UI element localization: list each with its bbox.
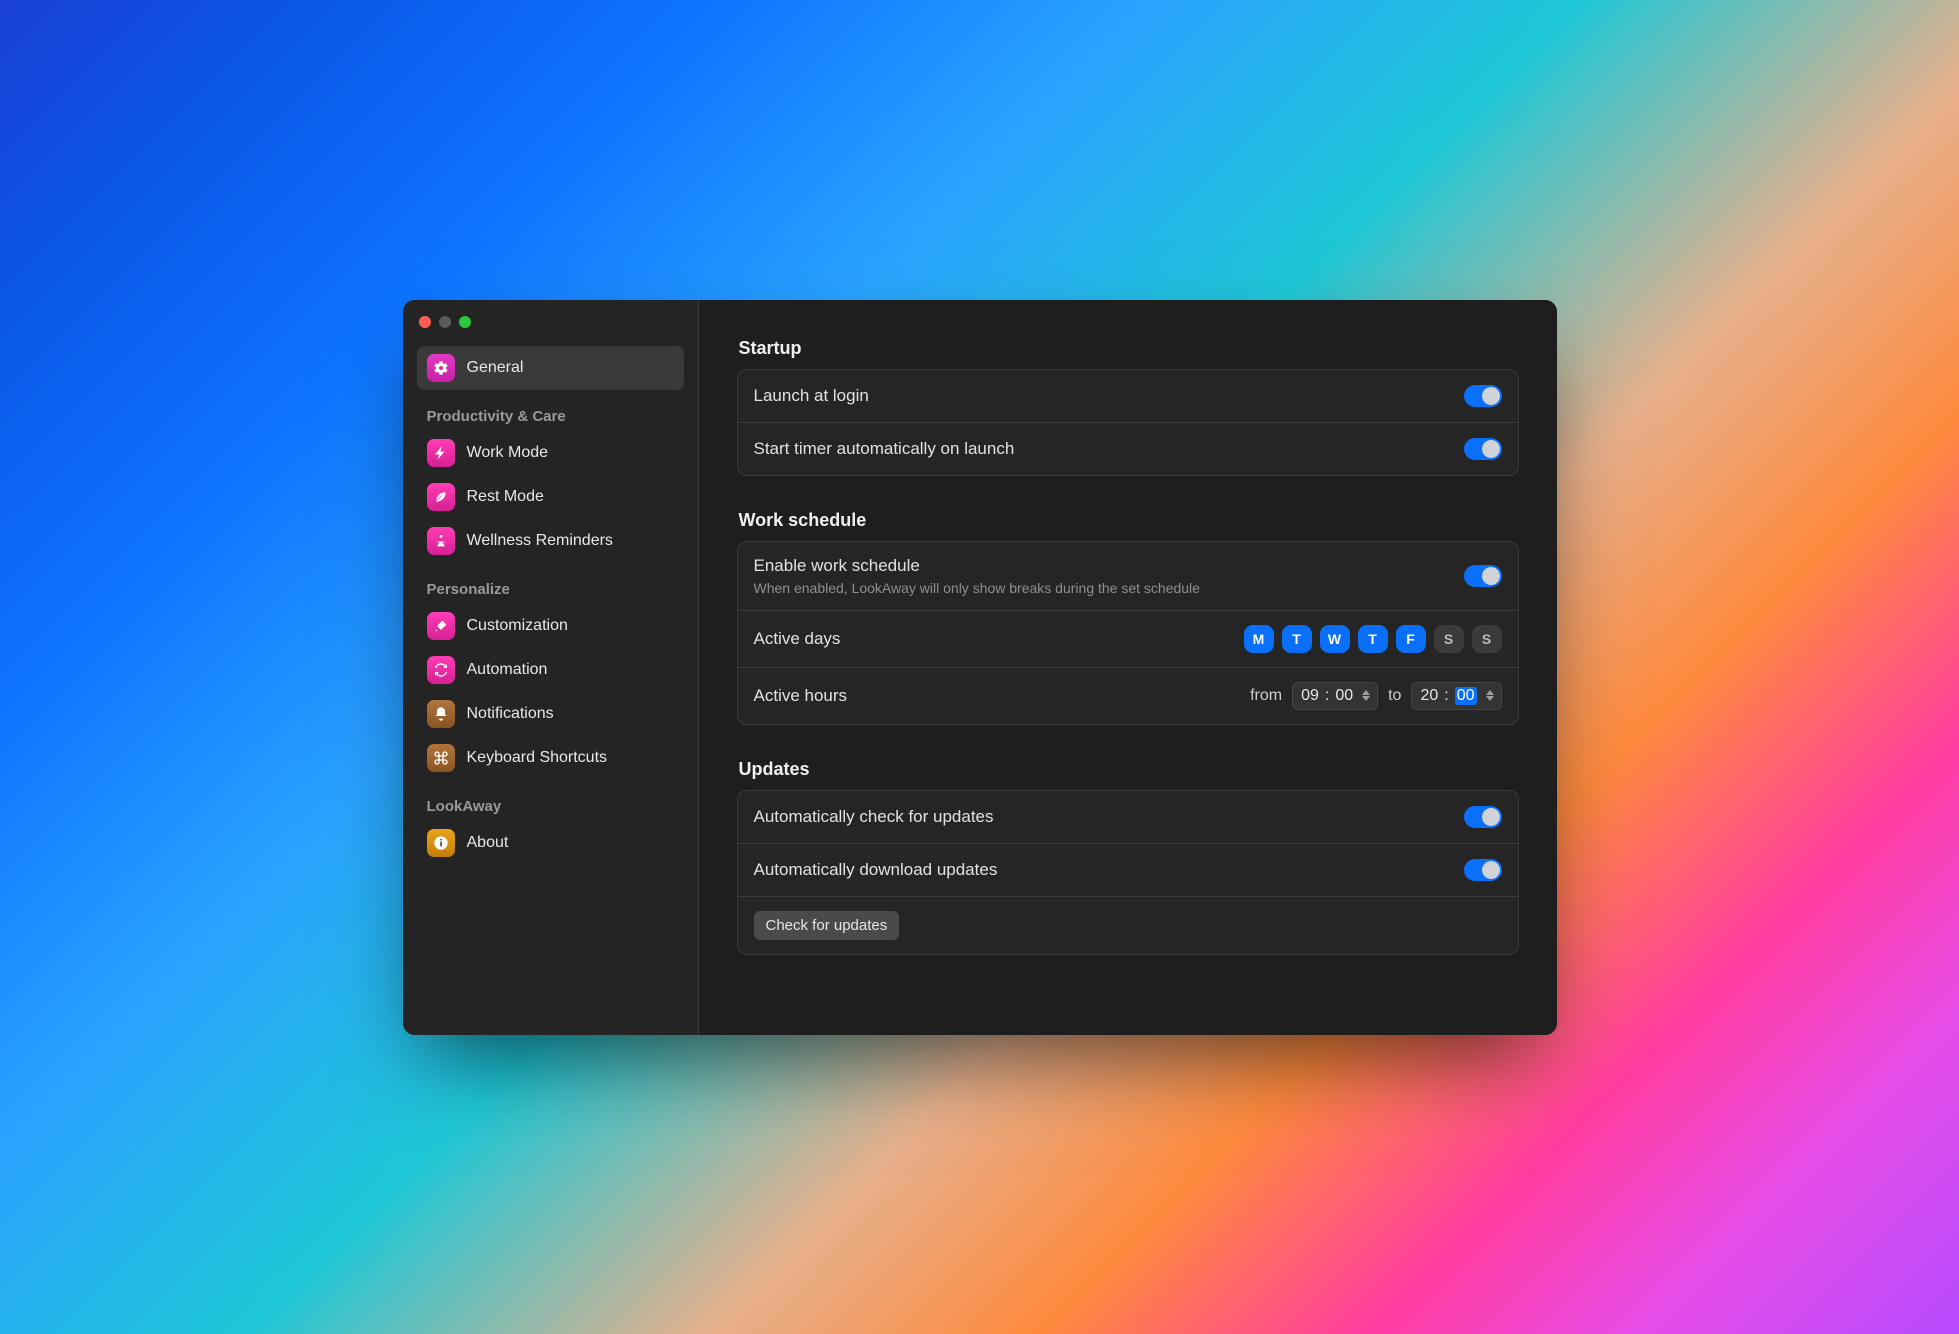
sidebar-item-label: Rest Mode	[467, 488, 544, 506]
day-toggle-fri[interactable]: F	[1396, 625, 1426, 653]
close-window-button[interactable]	[419, 316, 431, 328]
day-toggle-sun[interactable]: S	[1472, 625, 1502, 653]
sidebar: General Productivity & Care Work Mode Re…	[403, 300, 699, 1035]
row-launch-at-login: Launch at login	[738, 370, 1518, 422]
from-time-input[interactable]: 09:00	[1292, 682, 1378, 710]
section-title-startup: Startup	[739, 338, 1519, 359]
startup-card: Launch at login Start timer automaticall…	[737, 369, 1519, 476]
active-days-selector: M T W T F S S	[1244, 625, 1502, 653]
row-start-timer: Start timer automatically on launch	[738, 422, 1518, 475]
day-toggle-wed[interactable]: W	[1320, 625, 1350, 653]
work-schedule-card: Enable work schedule When enabled, LookA…	[737, 541, 1519, 725]
bell-icon	[427, 700, 455, 728]
sync-icon	[427, 656, 455, 684]
updates-card: Automatically check for updates Automati…	[737, 790, 1519, 955]
stepper-icon[interactable]	[1483, 685, 1497, 707]
row-auto-check-updates: Automatically check for updates	[738, 791, 1518, 843]
row-label: Launch at login	[754, 386, 869, 406]
sidebar-item-work-mode[interactable]: Work Mode	[417, 431, 684, 475]
bolt-icon	[427, 439, 455, 467]
day-toggle-tue[interactable]: T	[1282, 625, 1312, 653]
active-hours-controls: from 09:00 to 20:00	[1250, 682, 1501, 710]
sidebar-section-productivity: Productivity & Care	[417, 390, 684, 431]
sidebar-item-wellness-reminders[interactable]: Wellness Reminders	[417, 519, 684, 563]
check-for-updates-button[interactable]: Check for updates	[754, 911, 900, 940]
meditation-icon	[427, 527, 455, 555]
row-enable-work-schedule: Enable work schedule When enabled, LookA…	[738, 542, 1518, 610]
preferences-window: General Productivity & Care Work Mode Re…	[403, 300, 1557, 1035]
row-label: Enable work schedule	[754, 556, 1200, 576]
toggle-auto-check-updates[interactable]	[1464, 806, 1502, 828]
row-active-days: Active days M T W T F S S	[738, 610, 1518, 667]
row-description: When enabled, LookAway will only show br…	[754, 580, 1200, 596]
toggle-launch-at-login[interactable]	[1464, 385, 1502, 407]
sidebar-item-customization[interactable]: Customization	[417, 604, 684, 648]
row-label: Automatically download updates	[754, 860, 998, 880]
window-controls	[417, 312, 684, 346]
day-toggle-thu[interactable]: T	[1358, 625, 1388, 653]
day-toggle-mon[interactable]: M	[1244, 625, 1274, 653]
sidebar-item-notifications[interactable]: Notifications	[417, 692, 684, 736]
minimize-window-button[interactable]	[439, 316, 451, 328]
from-hour[interactable]: 09	[1301, 687, 1319, 705]
toggle-auto-download-updates[interactable]	[1464, 859, 1502, 881]
row-label: Automatically check for updates	[754, 807, 994, 827]
sidebar-item-label: Notifications	[467, 705, 554, 723]
sidebar-item-label: Keyboard Shortcuts	[467, 749, 608, 767]
paintbrush-icon	[427, 612, 455, 640]
sidebar-item-label: Wellness Reminders	[467, 532, 613, 550]
toggle-start-timer[interactable]	[1464, 438, 1502, 460]
row-check-updates-button: Check for updates	[738, 896, 1518, 954]
from-minute[interactable]: 00	[1335, 687, 1353, 705]
toggle-enable-work-schedule[interactable]	[1464, 565, 1502, 587]
sidebar-item-keyboard-shortcuts[interactable]: Keyboard Shortcuts	[417, 736, 684, 780]
sidebar-item-automation[interactable]: Automation	[417, 648, 684, 692]
row-label: Start timer automatically on launch	[754, 439, 1015, 459]
to-hour[interactable]: 20	[1420, 687, 1438, 705]
sidebar-item-general[interactable]: General	[417, 346, 684, 390]
stepper-icon[interactable]	[1359, 685, 1373, 707]
day-toggle-sat[interactable]: S	[1434, 625, 1464, 653]
row-auto-download-updates: Automatically download updates	[738, 843, 1518, 896]
from-label: from	[1250, 687, 1282, 705]
row-label: Active hours	[754, 686, 848, 706]
to-label: to	[1388, 687, 1401, 705]
sidebar-section-personalize: Personalize	[417, 563, 684, 604]
info-icon	[427, 829, 455, 857]
to-minute[interactable]: 00	[1455, 687, 1477, 705]
section-title-updates: Updates	[739, 759, 1519, 780]
zoom-window-button[interactable]	[459, 316, 471, 328]
section-title-work-schedule: Work schedule	[739, 510, 1519, 531]
sidebar-item-about[interactable]: About	[417, 821, 684, 865]
leaf-icon	[427, 483, 455, 511]
sidebar-section-lookaway: LookAway	[417, 780, 684, 821]
row-label: Active days	[754, 629, 841, 649]
row-active-hours: Active hours from 09:00 to 20:00	[738, 667, 1518, 724]
sidebar-item-label: About	[467, 834, 509, 852]
sidebar-item-label: Work Mode	[467, 444, 549, 462]
main-panel: Startup Launch at login Start timer auto…	[699, 300, 1557, 1035]
sidebar-item-label: General	[467, 359, 524, 377]
sidebar-item-label: Automation	[467, 661, 548, 679]
command-icon	[427, 744, 455, 772]
sidebar-item-rest-mode[interactable]: Rest Mode	[417, 475, 684, 519]
gear-icon	[427, 354, 455, 382]
sidebar-item-label: Customization	[467, 617, 568, 635]
to-time-input[interactable]: 20:00	[1411, 682, 1501, 710]
